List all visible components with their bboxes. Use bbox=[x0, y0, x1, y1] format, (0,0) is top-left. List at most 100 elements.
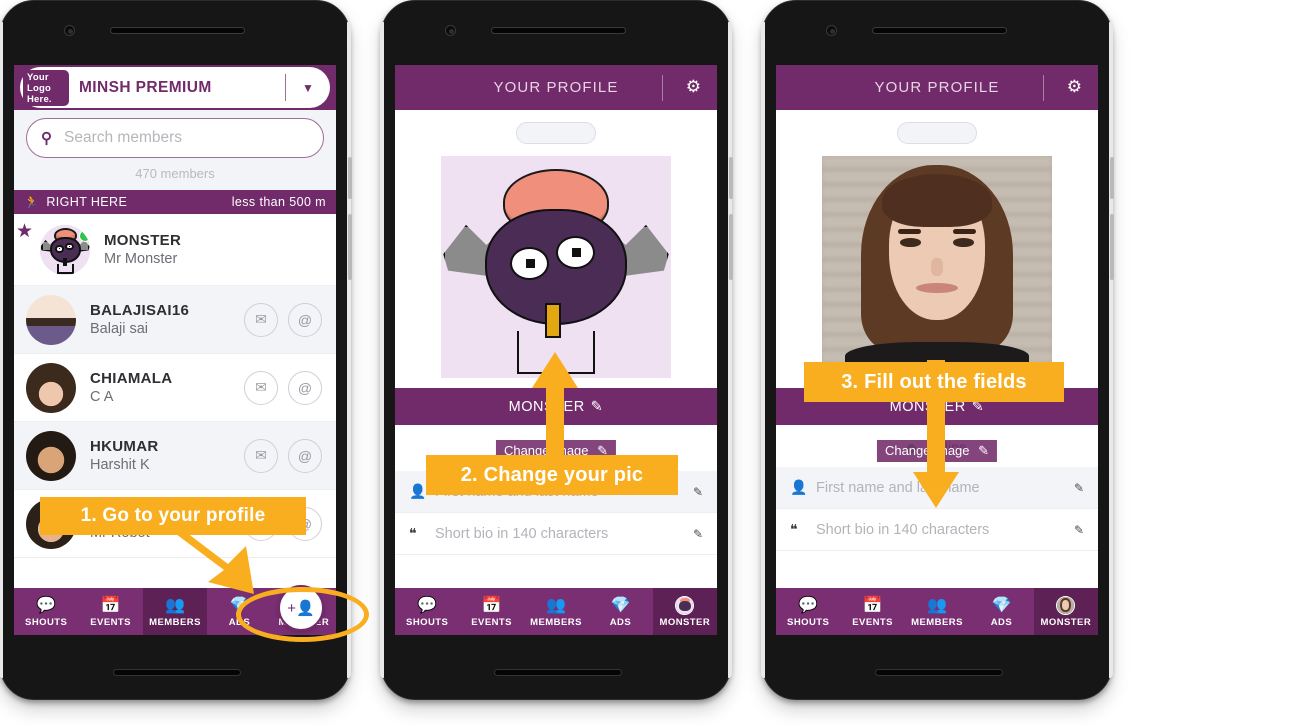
nav-item-events[interactable]: 📅 EVENTS bbox=[78, 588, 142, 635]
tutorial-screenshot: Your Logo Here. MINSH PREMIUM ▼ ⚲ Search… bbox=[0, 0, 1300, 726]
nav-item-shouts[interactable]: 💬 SHOUTS bbox=[14, 588, 78, 635]
calendar-icon: 📅 bbox=[481, 597, 502, 614]
nav-item-members[interactable]: 👥 MEMBERS bbox=[524, 588, 588, 635]
member-subtitle: Mr Monster bbox=[104, 251, 178, 267]
search-input[interactable]: ⚲ Search members bbox=[26, 118, 324, 158]
chat-bubble-icon: 💬 bbox=[36, 597, 57, 614]
avatar bbox=[26, 430, 76, 481]
nav-item-ads[interactable]: 💎 ADS bbox=[588, 588, 652, 635]
table-row[interactable]: ★ MONSTER Mr Monster bbox=[14, 214, 336, 286]
nav-item-monster[interactable]: MONSTER bbox=[1033, 588, 1098, 635]
phone-edge-left bbox=[761, 22, 765, 678]
message-icon[interactable]: ✉ bbox=[244, 302, 278, 337]
star-icon: ★ bbox=[16, 221, 34, 242]
callout-step-2: 2. Change your pic bbox=[426, 455, 678, 495]
header-divider bbox=[1043, 75, 1044, 101]
mention-icon[interactable]: @ bbox=[288, 302, 322, 337]
nav-label: SHOUTS bbox=[406, 616, 449, 628]
bottom-nav: 💬 SHOUTS 📅 EVENTS 👥 MEMBERS 💎 ADS bbox=[395, 588, 717, 635]
member-name: CHIAMALA bbox=[90, 370, 173, 387]
phone-volume-button[interactable] bbox=[348, 157, 352, 199]
phone-power-button[interactable] bbox=[729, 214, 733, 280]
diamond-icon: 💎 bbox=[991, 597, 1012, 614]
phone-edge-right bbox=[728, 22, 732, 678]
member-name: MONSTER bbox=[104, 232, 182, 249]
pencil-icon: ✎ bbox=[978, 443, 990, 458]
field-short-bio[interactable]: ❝ Short bio in 140 characters ✎ bbox=[395, 513, 717, 555]
pencil-icon[interactable]: ✎ bbox=[1074, 481, 1084, 495]
member-subtitle: C A bbox=[90, 389, 114, 405]
online-dot bbox=[79, 229, 90, 242]
callout-label: 3. Fill out the fields bbox=[841, 370, 1027, 393]
profile-photo[interactable] bbox=[822, 156, 1052, 378]
profile-photo[interactable] bbox=[441, 156, 671, 378]
section-header-right-here: 🏃 RIGHT HERE less than 500 m bbox=[14, 190, 336, 214]
member-subtitle: Balaji sai bbox=[90, 321, 149, 337]
chevron-down-icon[interactable]: ▼ bbox=[286, 81, 330, 95]
nav-item-shouts[interactable]: 💬 SHOUTS bbox=[776, 588, 840, 635]
nav-label: MEMBERS bbox=[911, 616, 963, 628]
phone-edge-right bbox=[347, 22, 351, 678]
table-row[interactable]: HKUMAR Harshit K ✉ @ bbox=[14, 422, 336, 490]
nav-item-members[interactable]: 👥 MEMBERS bbox=[905, 588, 969, 635]
phone-2-profile-monster: YOUR PROFILE ⚙ Change image ✎ MONSTER ✎ bbox=[380, 0, 733, 700]
search-icon: ⚲ bbox=[41, 130, 52, 147]
phone-edge-left bbox=[0, 22, 3, 678]
home-bar bbox=[113, 669, 241, 676]
avatar-icon bbox=[1056, 595, 1076, 615]
mention-icon[interactable]: @ bbox=[288, 438, 322, 473]
earpiece-speaker bbox=[491, 27, 626, 34]
callout-label: 2. Change your pic bbox=[460, 463, 644, 486]
nav-label: ADS bbox=[990, 616, 1013, 628]
person-icon: 👤 bbox=[790, 479, 808, 495]
scroll-pill bbox=[897, 122, 977, 144]
mention-icon[interactable]: @ bbox=[288, 370, 322, 405]
phone-volume-button[interactable] bbox=[729, 157, 733, 199]
phone-power-button[interactable] bbox=[348, 214, 352, 280]
message-icon[interactable]: ✉ bbox=[244, 438, 278, 473]
nav-item-monster[interactable]: MONSTER bbox=[652, 588, 717, 635]
nav-item-events[interactable]: 📅 EVENTS bbox=[459, 588, 523, 635]
nav-item-ads[interactable]: 💎 ADS bbox=[969, 588, 1033, 635]
table-row[interactable]: BALAJISAI16 Balaji sai ✉ @ bbox=[14, 286, 336, 354]
gear-icon[interactable]: ⚙ bbox=[686, 77, 701, 97]
nav-label: EVENTS bbox=[90, 616, 131, 628]
nav-item-shouts[interactable]: 💬 SHOUTS bbox=[395, 588, 459, 635]
phone-volume-button[interactable] bbox=[1110, 157, 1114, 199]
field-short-bio[interactable]: ❝ Short bio in 140 characters ✎ bbox=[776, 509, 1098, 551]
avatar bbox=[40, 224, 90, 275]
quote-icon: ❝ bbox=[790, 521, 798, 537]
nav-label: SHOUTS bbox=[787, 616, 830, 628]
nav-item-events[interactable]: 📅 EVENTS bbox=[840, 588, 904, 635]
quote-icon: ❝ bbox=[409, 525, 417, 541]
bottom-nav: 💬 SHOUTS 📅 EVENTS 👥 MEMBERS 💎 ADS bbox=[776, 588, 1098, 635]
page-title: YOUR PROFILE bbox=[874, 79, 1000, 96]
brand-card[interactable]: Your Logo Here. MINSH PREMIUM ▼ bbox=[20, 67, 330, 108]
people-icon: 👥 bbox=[927, 597, 947, 614]
pencil-icon[interactable]: ✎ bbox=[693, 527, 703, 541]
member-count: 470 members bbox=[14, 158, 336, 190]
gear-icon[interactable]: ⚙ bbox=[1067, 77, 1082, 97]
earpiece-speaker bbox=[110, 27, 245, 34]
message-icon[interactable]: ✉ bbox=[244, 370, 278, 405]
search-area: ⚲ Search members bbox=[14, 110, 336, 158]
pencil-icon[interactable]: ✎ bbox=[1074, 523, 1084, 537]
nav-label: EVENTS bbox=[471, 616, 512, 628]
phone-3-screen: YOUR PROFILE ⚙ Change image ✎ MONSTER bbox=[776, 65, 1098, 635]
front-camera-icon bbox=[64, 25, 75, 36]
home-bar bbox=[875, 669, 1003, 676]
nav-label: SHOUTS bbox=[25, 616, 68, 628]
front-camera-icon bbox=[445, 25, 456, 36]
nav-label: MONSTER bbox=[659, 616, 711, 628]
profile-header: YOUR PROFILE ⚙ bbox=[776, 65, 1098, 110]
callout-label: 1. Go to your profile bbox=[80, 505, 266, 526]
phone-2-screen: YOUR PROFILE ⚙ Change image ✎ MONSTER ✎ bbox=[395, 65, 717, 635]
table-row[interactable]: CHIAMALA C A ✉ @ bbox=[14, 354, 336, 422]
phone-edge-left bbox=[380, 22, 384, 678]
field-placeholder: Short bio in 140 characters bbox=[435, 525, 609, 542]
callout-step-3: 3. Fill out the fields bbox=[804, 362, 1064, 402]
calendar-icon: 📅 bbox=[862, 597, 883, 614]
pencil-icon[interactable]: ✎ bbox=[693, 485, 703, 499]
phone-3-profile-filled: YOUR PROFILE ⚙ Change image ✎ MONSTER bbox=[761, 0, 1114, 700]
phone-power-button[interactable] bbox=[1110, 214, 1114, 280]
